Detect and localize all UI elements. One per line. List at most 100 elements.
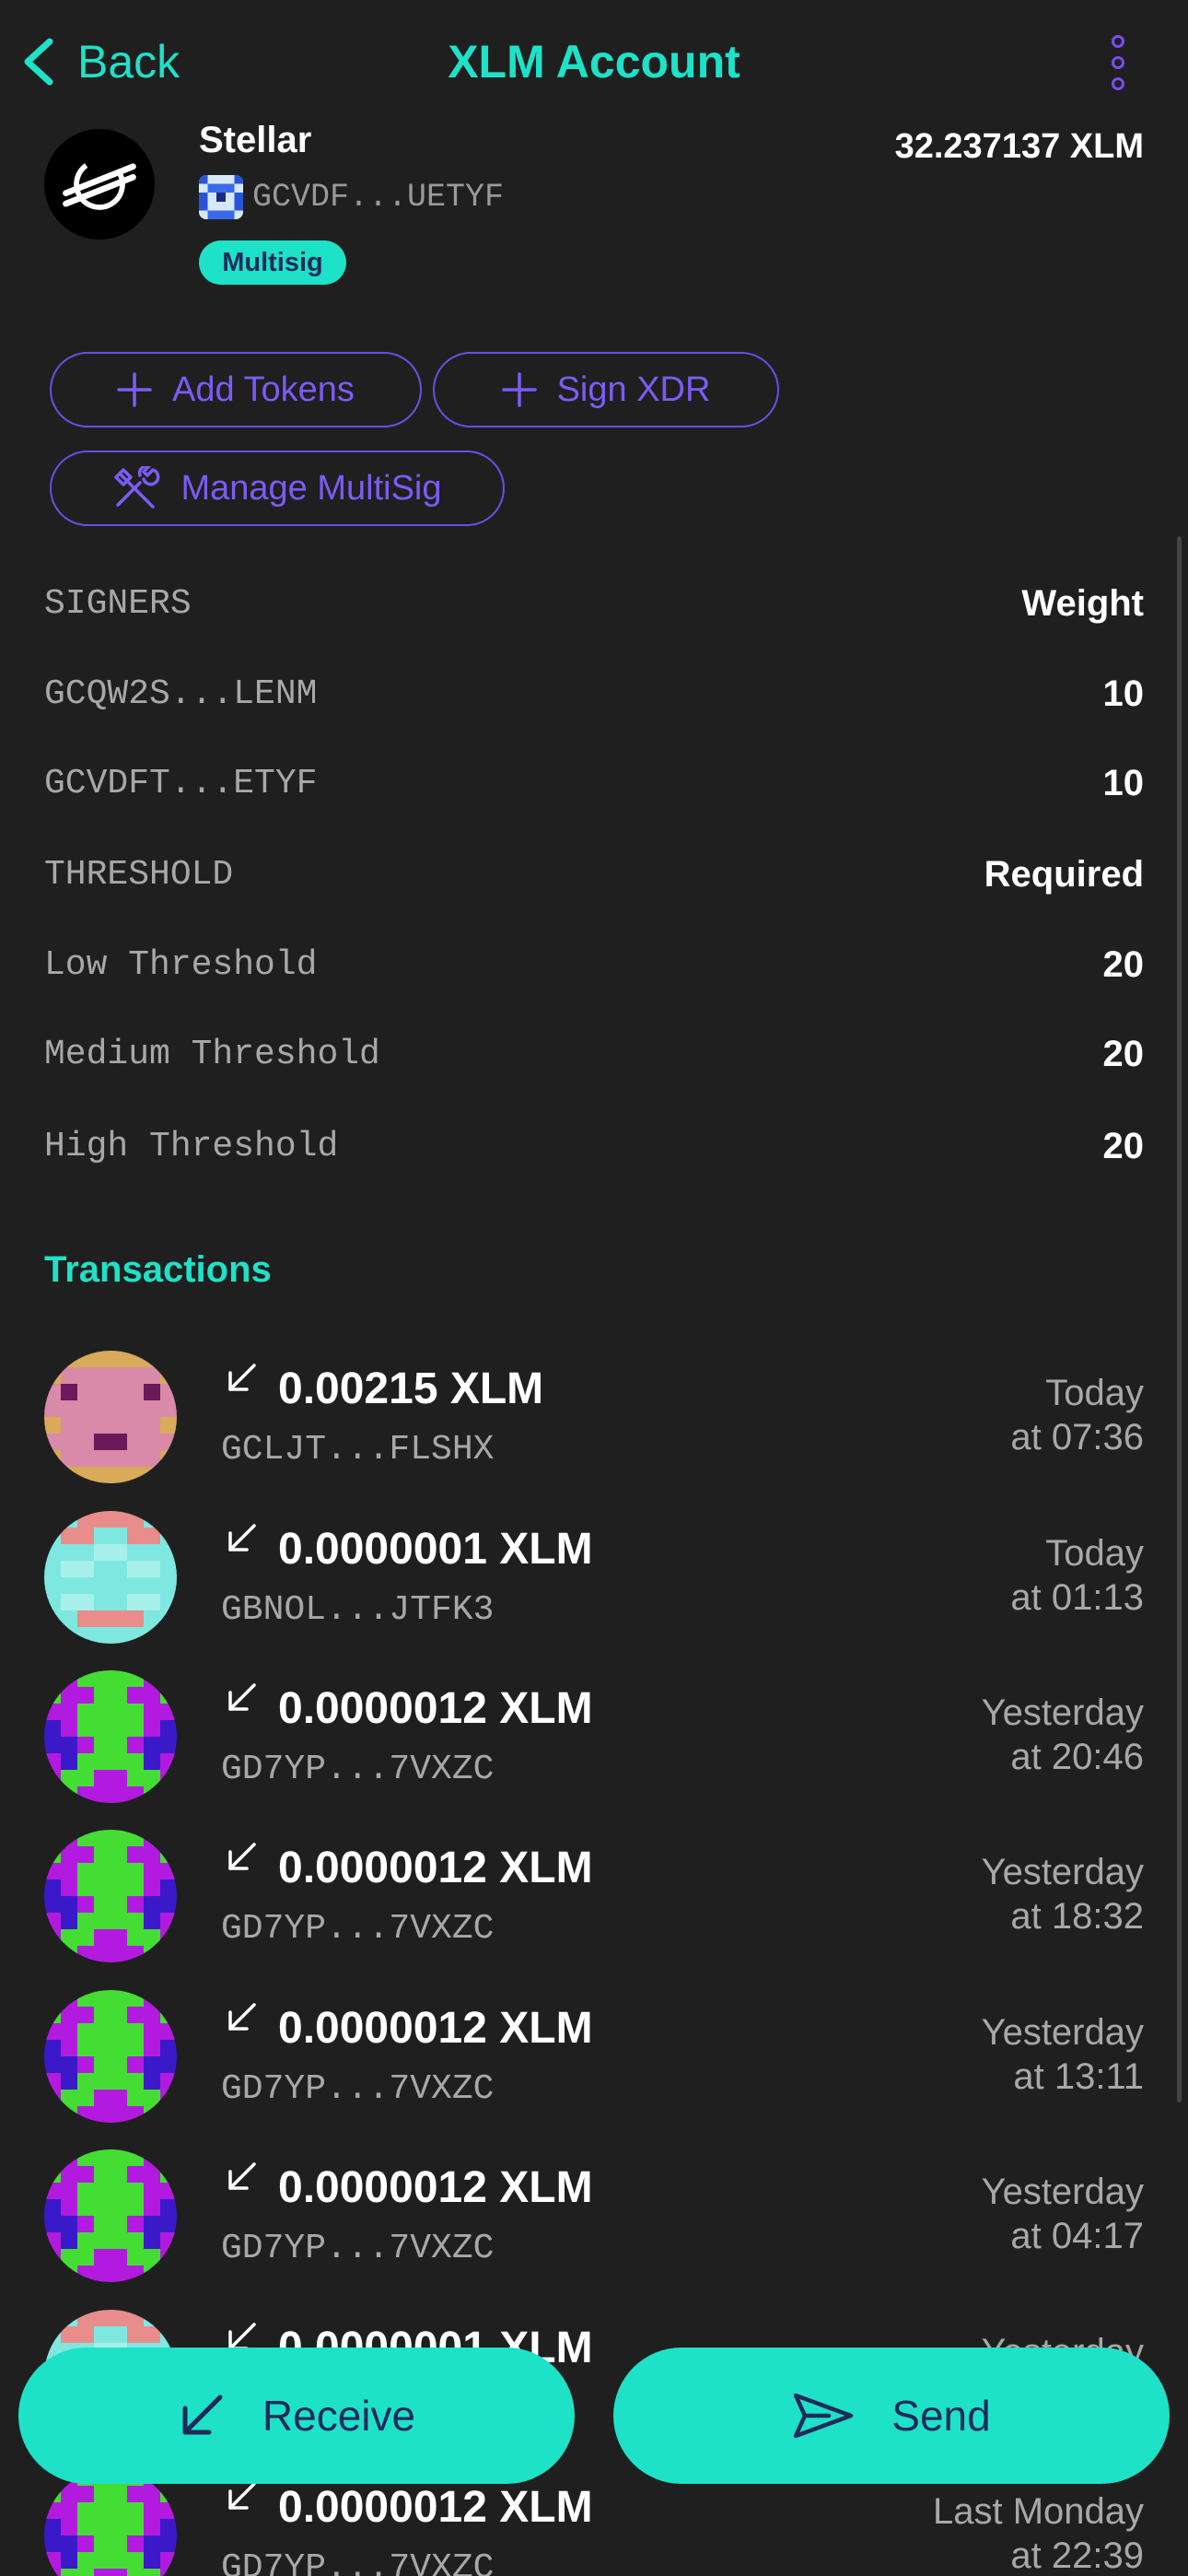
transaction-avatar <box>44 2469 177 2576</box>
add-tokens-label: Add Tokens <box>172 369 355 409</box>
threshold-row: Medium Threshold 20 <box>44 1026 1144 1082</box>
transaction-row[interactable]: 0.0000012 XLM GD7YP...7VXZC Yesterday at 18… <box>0 1830 1188 1988</box>
transaction-date-day: Today <box>1045 1373 1144 1413</box>
transaction-date-time: at 20:46 <box>1010 1737 1144 1777</box>
receive-label: Receive <box>262 2392 416 2440</box>
signers-header-label: SIGNERS <box>44 583 192 624</box>
account-address: GCVDF...UETYF <box>252 179 505 216</box>
transaction-date-day: Yesterday <box>981 2012 1144 2053</box>
threshold-value: 20 <box>1102 943 1145 985</box>
transaction-date-time: at 18:32 <box>1010 1896 1144 1937</box>
signers-header: SIGNERS Weight <box>44 576 1144 631</box>
account-address-row[interactable]: GCVDF...UETYF <box>199 175 504 219</box>
manage-multisig-button[interactable]: Manage MultiSig <box>50 451 505 526</box>
signer-row: GCQW2S...LENM 10 <box>44 666 1144 721</box>
threshold-row: Low Threshold 20 <box>44 937 1144 992</box>
transaction-date: Yesterday at 13:11 <box>982 2010 1144 2099</box>
transaction-date-time: at 22:39 <box>1010 2535 1144 2576</box>
plus-icon <box>117 372 152 407</box>
transaction-amount: 0.0000012 XLM <box>278 1684 593 1733</box>
signer-weight: 10 <box>1102 762 1145 803</box>
transaction-date-time: at 07:36 <box>1010 1417 1144 1458</box>
more-vertical-icon <box>1112 35 1124 48</box>
transaction-date-time: at 04:17 <box>1010 2216 1144 2256</box>
transaction-date-time: at 13:11 <box>1013 2056 1144 2097</box>
threshold-header-label: THRESHOLD <box>44 854 234 895</box>
incoming-arrow-icon <box>225 1362 258 1395</box>
plus-icon <box>501 372 537 407</box>
back-label: Back <box>77 36 181 88</box>
add-tokens-button[interactable]: Add Tokens <box>50 352 422 427</box>
back-chevron-icon <box>24 38 53 86</box>
threshold-row: High Threshold 20 <box>44 1118 1144 1174</box>
stellar-logo-icon <box>44 129 155 240</box>
transaction-date-time: at 01:13 <box>1010 1577 1144 1618</box>
incoming-arrow-icon <box>225 1522 258 1555</box>
transaction-counterparty: GCLJT...FLSHX <box>221 1430 495 1469</box>
transaction-avatar <box>44 1830 177 1962</box>
transaction-amount: 0.0000012 XLM <box>278 1844 593 1892</box>
transaction-date-day: Yesterday <box>981 1692 1144 1733</box>
transaction-date: Yesterday at 04:17 <box>982 2170 1144 2258</box>
transaction-avatar <box>44 1990 177 2123</box>
account-name: Stellar <box>199 120 312 160</box>
account-balance: 32.237137 XLM <box>894 127 1144 166</box>
transaction-avatar <box>44 1670 177 1803</box>
transaction-amount: 0.00215 XLM <box>278 1364 544 1413</box>
transaction-row[interactable]: 0.0000012 XLM GD7YP...7VXZC Yesterday at 04… <box>0 2149 1188 2308</box>
transaction-date: Today at 01:13 <box>1010 1531 1144 1620</box>
transaction-row[interactable]: 0.00215 XLM GCLJT...FLSHX Today at 07:36 <box>0 1351 1188 1509</box>
sign-xdr-label: Sign XDR <box>556 369 711 409</box>
transaction-date: Last Monday at 22:39 <box>933 2489 1144 2576</box>
more-menu-button[interactable] <box>1098 29 1138 96</box>
signer-address: GCVDFT...ETYF <box>44 763 318 803</box>
receive-button[interactable]: Receive <box>18 2348 575 2484</box>
transaction-counterparty: GBNOL...JTFK3 <box>221 1590 495 1630</box>
transaction-date: Yesterday at 20:46 <box>982 1691 1144 1779</box>
transaction-avatar <box>44 1511 177 1644</box>
back-button[interactable]: Back <box>20 29 180 94</box>
transaction-date-day: Yesterday <box>981 2172 1144 2212</box>
threshold-label: Medium Threshold <box>44 1034 380 1074</box>
transaction-counterparty: GD7YP...7VXZC <box>221 1750 495 1789</box>
transactions-heading: Transactions <box>44 1249 272 1290</box>
threshold-label: High Threshold <box>44 1126 339 1166</box>
send-button[interactable]: Send <box>613 2348 1170 2484</box>
transaction-row[interactable]: 0.0000012 XLM GD7YP...7VXZC Yesterday at 20… <box>0 1670 1188 1829</box>
sign-xdr-button[interactable]: Sign XDR <box>433 352 779 427</box>
tools-icon <box>112 466 160 510</box>
transaction-amount: 0.0000012 XLM <box>278 2004 593 2053</box>
transaction-counterparty: GD7YP...7VXZC <box>221 1909 495 1949</box>
required-header-label: Required <box>984 853 1144 895</box>
weight-header-label: Weight <box>1021 582 1144 624</box>
transaction-counterparty: GD7YP...7VXZC <box>221 2069 495 2109</box>
threshold-value: 20 <box>1102 1125 1145 1166</box>
threshold-header: THRESHOLD Required <box>44 847 1144 902</box>
transaction-row[interactable]: 0.0000012 XLM GD7YP...7VXZC Yesterday at 13… <box>0 1990 1188 2149</box>
transaction-date-day: Yesterday <box>981 1852 1144 1892</box>
incoming-arrow-icon <box>225 2001 258 2034</box>
signer-weight: 10 <box>1102 673 1145 714</box>
signer-row: GCVDFT...ETYF 10 <box>44 755 1144 811</box>
identicon-avatar <box>199 175 243 219</box>
signer-address: GCQW2S...LENM <box>44 673 318 714</box>
transaction-counterparty: GD7YP...7VXZC <box>221 2229 495 2268</box>
incoming-arrow-icon <box>225 2160 258 2194</box>
transaction-counterparty: GD7YP...7VXZC <box>221 2548 495 2576</box>
incoming-arrow-icon <box>225 1841 258 1874</box>
transaction-date-day: Today <box>1045 1533 1144 1574</box>
transaction-amount: 0.0000012 XLM <box>278 2163 593 2212</box>
send-label: Send <box>891 2392 991 2440</box>
threshold-value: 20 <box>1102 1033 1145 1074</box>
transaction-avatar <box>44 2149 177 2282</box>
threshold-label: Low Threshold <box>44 944 318 985</box>
transaction-amount: 0.0000012 XLM <box>278 2483 593 2532</box>
incoming-arrow-icon <box>225 1681 258 1715</box>
transaction-row[interactable]: 0.0000012 XLM GD7YP...7VXZC Last Monday at … <box>0 2469 1188 2576</box>
multisig-badge: Multisig <box>199 240 346 285</box>
transaction-amount: 0.0000001 XLM <box>278 1525 593 1574</box>
receive-arrow-icon <box>182 2395 223 2435</box>
transaction-row[interactable]: 0.0000001 XLM GBNOL...JTFK3 Today at 01:13 <box>0 1511 1188 1669</box>
transaction-date-day: Last Monday <box>932 2491 1144 2532</box>
transaction-date: Yesterday at 18:32 <box>982 1850 1144 1938</box>
